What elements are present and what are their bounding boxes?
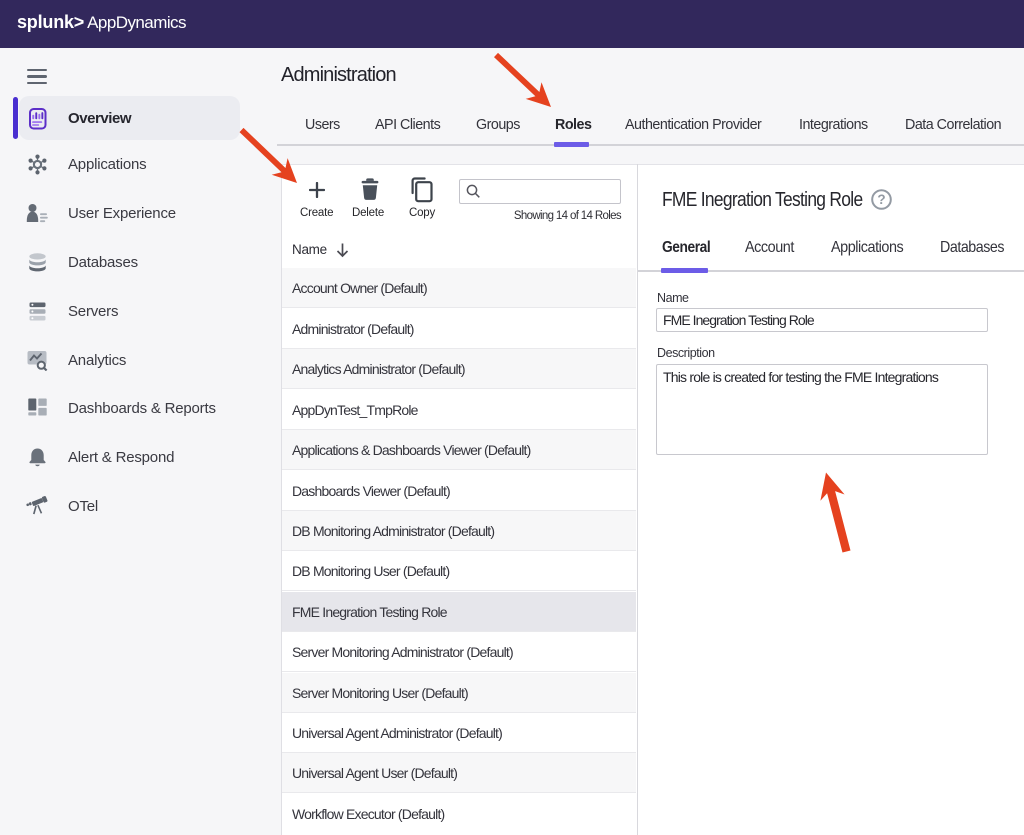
svg-text:?: ?: [877, 192, 885, 207]
